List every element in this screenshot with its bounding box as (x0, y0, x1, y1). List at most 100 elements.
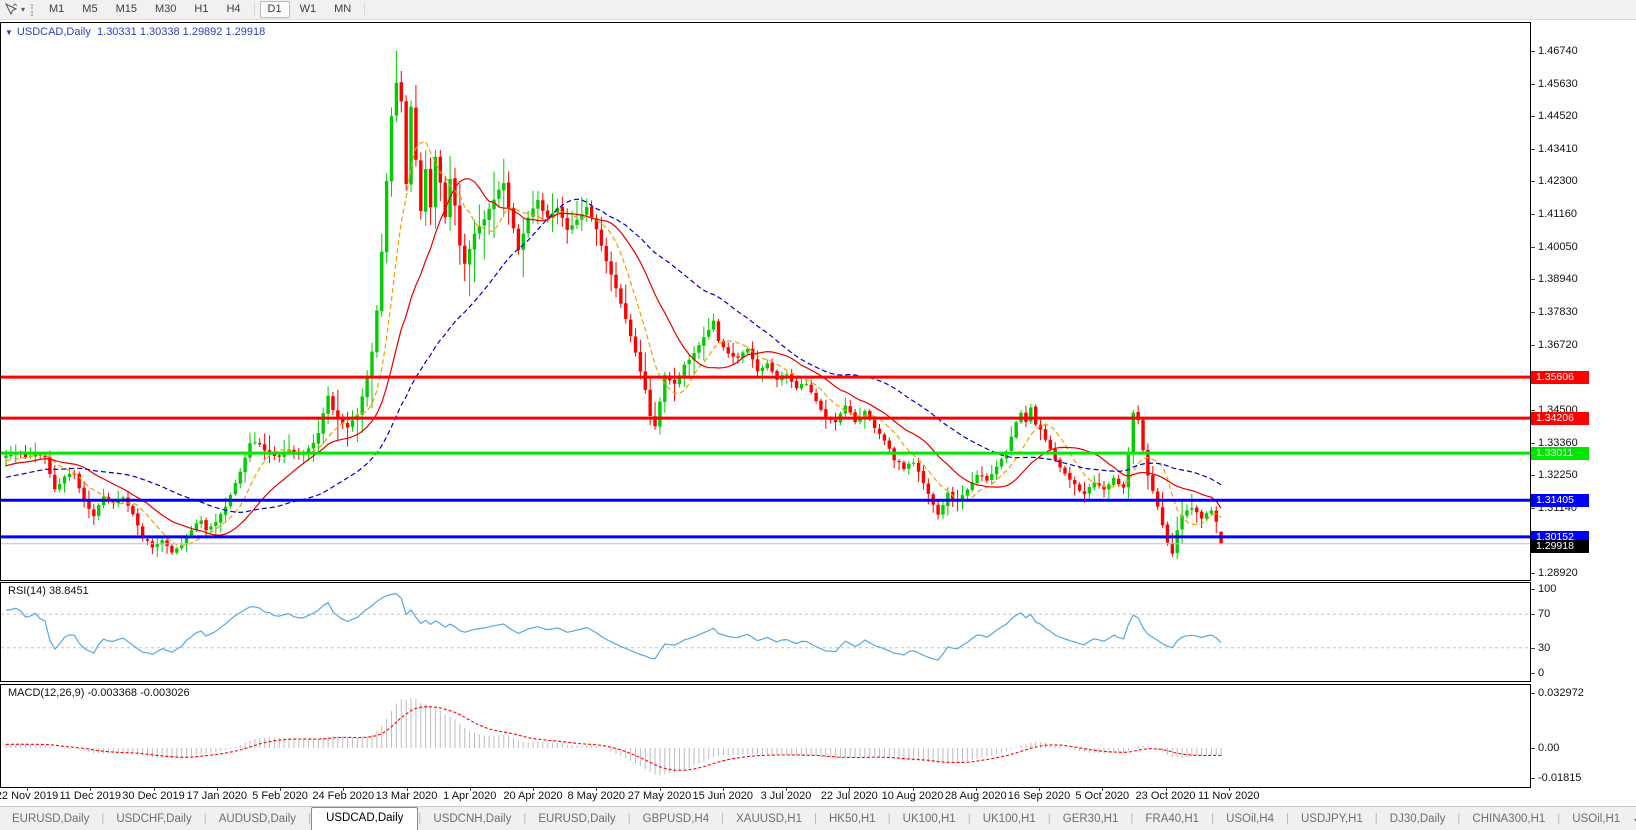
timeframe-button-m30[interactable]: M30 (147, 1, 184, 18)
collapse-objects-icon[interactable]: ▼ (5, 28, 13, 37)
axis-tick (1531, 116, 1535, 117)
crosshair-pointer-icon (4, 3, 18, 16)
axis-tick (1531, 181, 1535, 182)
axis-tick (1531, 279, 1535, 280)
axis-tick (1531, 84, 1535, 85)
date-axis-tick (343, 788, 345, 791)
chart-tab-dj30-daily[interactable]: DJ30,Daily (1378, 809, 1458, 830)
date-tick-label: 11 Nov 2020 (1197, 790, 1260, 802)
tab-scroll-arrows: ◄► (1632, 815, 1636, 824)
date-axis-tick (786, 788, 787, 791)
macd-tick-label: 0.032972 (1538, 687, 1584, 699)
axis-tick (1531, 149, 1535, 150)
price-chart-pane[interactable] (0, 22, 1531, 581)
axis-tick (1531, 247, 1535, 248)
axis-tick (1531, 443, 1535, 444)
chart-tab-usoil-h1[interactable]: USOil,H1 (1560, 809, 1632, 830)
price-tick-label: 1.36720 (1538, 339, 1578, 351)
chart-tab-eurusd-daily[interactable]: EURUSD,Daily (0, 809, 101, 830)
dropdown-caret-icon: ▾ (21, 5, 26, 14)
chart-symbol-label: USDCAD,Daily (16, 26, 91, 38)
axis-tick (1531, 648, 1535, 649)
chart-tab-fra40-h1[interactable]: FRA40,H1 (1133, 809, 1211, 830)
price-level-label: 1.34206 (1531, 412, 1589, 425)
chart-ohlc-values: 1.30331 1.30338 1.29892 1.29918 (97, 26, 266, 38)
timeframe-toolbar: ▾ M1 M5 M15 M30 H1 H4 D1 W1 MN (0, 0, 1636, 20)
date-tick-label: 1 Apr 2020 (443, 790, 497, 802)
date-tick-label: 15 Jun 2020 (692, 790, 754, 802)
date-tick-label: 16 Sep 2020 (1007, 790, 1071, 802)
date-axis-tick (27, 788, 28, 791)
toolbar-separator (364, 3, 366, 16)
date-axis-tick (1039, 788, 1040, 791)
date-tick-label: 5 Feb 2020 (252, 790, 308, 802)
chart-cursor-tool[interactable]: ▾ (4, 3, 25, 16)
chart-tab-ger30-h1[interactable]: GER30,H1 (1051, 809, 1131, 830)
chart-tab-audusd-daily[interactable]: AUDUSD,Daily (207, 809, 308, 830)
chart-tab-bar: EURUSD,Daily | USDCHF,Daily | AUDUSD,Daily | U… (0, 806, 1636, 830)
date-axis-tick (90, 788, 92, 791)
date-tick-label: 11 Dec 2019 (59, 790, 122, 802)
axis-tick (1531, 673, 1535, 674)
axis-tick (1531, 589, 1535, 590)
price-level-label: 1.33011 (1531, 447, 1589, 460)
price-tick-label: 1.46740 (1538, 45, 1578, 57)
rsi-tick-label: 30 (1538, 642, 1551, 654)
price-tick-label: 1.28920 (1538, 567, 1578, 579)
timeframe-button-w1[interactable]: W1 (292, 1, 325, 18)
axis-tick (1531, 475, 1535, 476)
price-tick-label: 1.37830 (1538, 306, 1578, 318)
chart-tab-usdcnh-daily[interactable]: USDCNH,Daily (421, 809, 523, 830)
chart-tab-usdjpy-h1[interactable]: USDJPY,H1 (1289, 809, 1375, 830)
chart-tab-uk100-h1[interactable]: UK100,H1 (891, 809, 968, 830)
timeframe-button-h1[interactable]: H1 (186, 1, 216, 18)
timeframe-button-d1[interactable]: D1 (259, 1, 290, 18)
rsi-indicator-label: RSI(14) 38.8451 (8, 585, 89, 597)
date-tick-label: 27 May 2020 (627, 790, 692, 802)
axis-tick (1531, 51, 1535, 52)
date-axis-tick (849, 788, 851, 791)
date-axis-tick (406, 788, 408, 791)
macd-tick-label: -0.01815 (1538, 772, 1582, 784)
date-axis-tick (912, 788, 914, 791)
date-tick-label: 23 Oct 2020 (1135, 790, 1196, 802)
axis-tick (1531, 693, 1535, 694)
date-axis-tick (975, 788, 977, 791)
price-tick-label: 1.43410 (1538, 143, 1578, 155)
chart-tab-eurusd-daily[interactable]: EURUSD,Daily (526, 809, 627, 830)
date-axis-tick (153, 788, 155, 791)
chart-tab-xauusd-h1[interactable]: XAUUSD,H1 (724, 809, 814, 830)
chart-tab-hk50-h1[interactable]: HK50,H1 (817, 809, 888, 830)
date-tick-label: 13 Mar 2020 (375, 790, 438, 802)
timeframe-button-mn[interactable]: MN (326, 1, 359, 18)
date-axis-tick (1165, 788, 1167, 791)
date-axis-tick (659, 788, 661, 791)
axis-tick (1531, 410, 1535, 411)
rsi-tick-label: 100 (1538, 583, 1557, 595)
price-level-label: 1.31405 (1531, 494, 1589, 507)
macd-pane[interactable] (0, 684, 1531, 788)
date-axis-tick (722, 788, 724, 791)
date-tick-label: 24 Feb 2020 (312, 790, 375, 802)
chart-tab-gbpusd-h4[interactable]: GBPUSD,H4 (631, 809, 721, 830)
chart-tab-usoil-h4[interactable]: USOil,H4 (1214, 809, 1286, 830)
date-tick-label: 10 Aug 2020 (881, 790, 944, 802)
chart-title: ▼ USDCAD,Daily 1.30331 1.30338 1.29892 1.… (5, 26, 265, 38)
chart-tab-uk100-h1[interactable]: UK100,H1 (971, 809, 1048, 830)
toolbar-grip[interactable] (31, 3, 34, 16)
price-tick-label: 1.38940 (1538, 273, 1578, 285)
timeframe-button-m1[interactable]: M1 (41, 1, 72, 18)
date-tick-label: 20 Apr 2020 (503, 790, 563, 802)
date-tick-label: 3 Jul 2020 (760, 790, 812, 802)
tab-scroll-left-icon[interactable]: ◄ (1632, 815, 1636, 824)
rsi-pane[interactable] (0, 582, 1531, 682)
timeframe-button-h4[interactable]: H4 (218, 1, 248, 18)
timeframe-button-m15[interactable]: M15 (108, 1, 145, 18)
date-tick-label: 17 Jan 2020 (186, 790, 248, 802)
chart-tab-usdchf-daily[interactable]: USDCHF,Daily (104, 809, 203, 830)
axis-tick (1531, 614, 1535, 615)
chart-tab-china300-h1[interactable]: CHINA300,H1 (1460, 809, 1557, 830)
toolbar-separator (253, 3, 255, 16)
timeframe-button-m5[interactable]: M5 (74, 1, 105, 18)
chart-tab-usdcad-daily[interactable]: USDCAD,Daily (311, 807, 419, 830)
